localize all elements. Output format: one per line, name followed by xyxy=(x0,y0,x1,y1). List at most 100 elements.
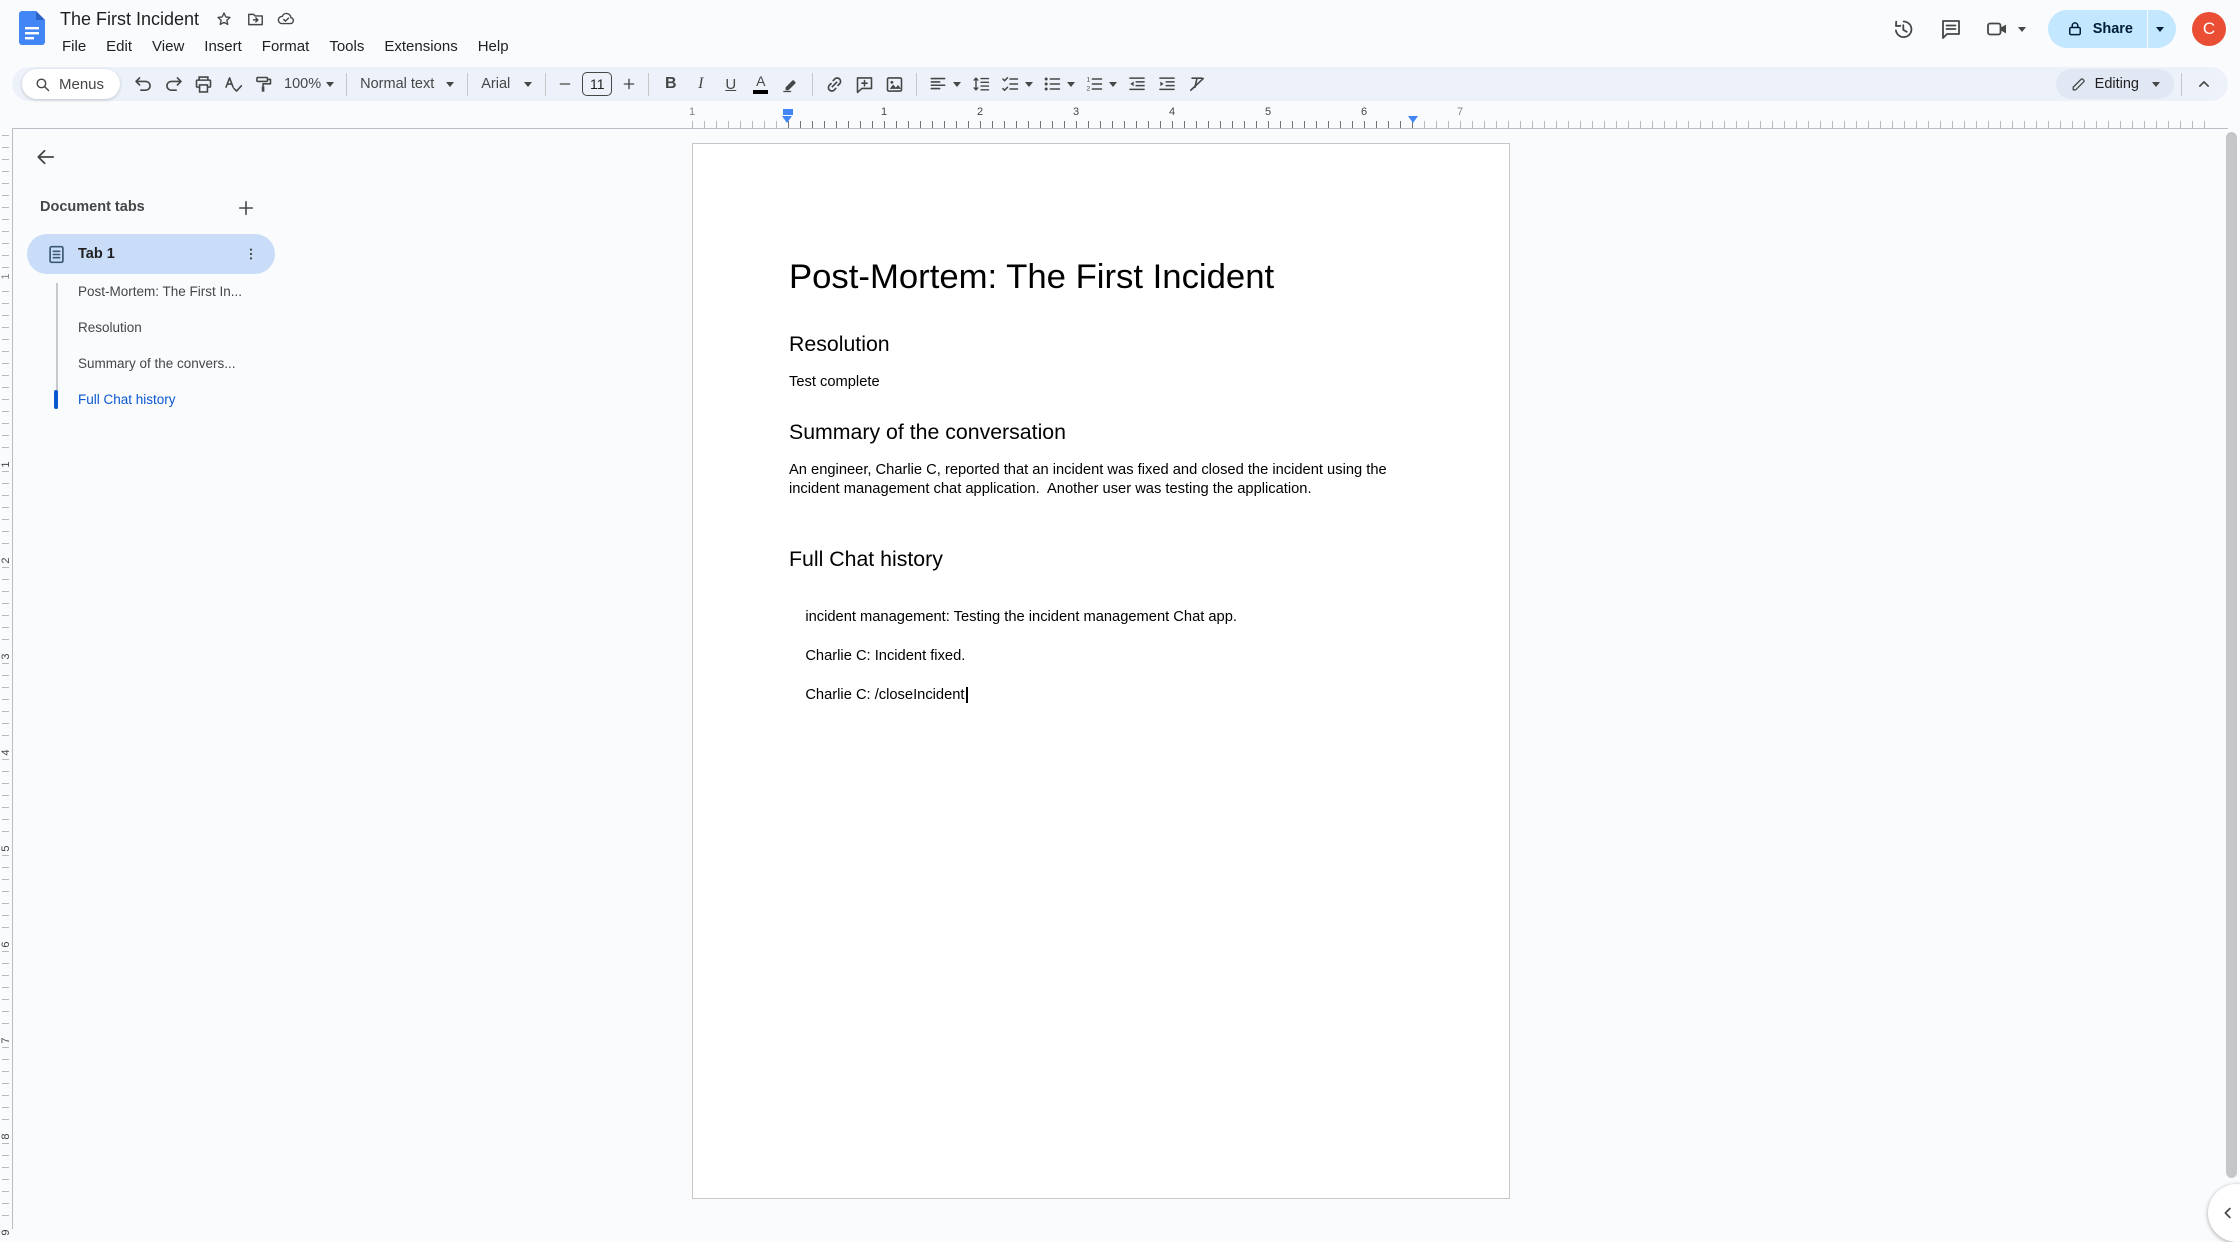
checklist-button[interactable] xyxy=(996,69,1037,99)
zoom-select[interactable]: 100% xyxy=(279,69,339,99)
ruler-number: 3 xyxy=(1073,106,1079,118)
vertical-scrollbar[interactable] xyxy=(2226,132,2237,1178)
bulleted-list-button[interactable] xyxy=(1038,69,1079,99)
hide-menus-button[interactable] xyxy=(2189,69,2218,99)
ruler-ticks xyxy=(2,135,9,1229)
toolbar-divider xyxy=(545,73,546,96)
doc-heading-full-chat-history[interactable]: Full Chat history xyxy=(789,546,1413,572)
add-tab-button[interactable] xyxy=(230,192,262,224)
numbered-list-button[interactable]: 12 xyxy=(1080,69,1121,99)
vertical-ruler[interactable]: 1 1 2 3 4 5 6 7 8 9 xyxy=(0,129,12,1229)
svg-text:2: 2 xyxy=(1087,86,1091,93)
ruler-number: 5 xyxy=(1265,106,1271,118)
tab-options-icon[interactable] xyxy=(237,240,265,268)
menu-tools[interactable]: Tools xyxy=(319,35,374,58)
ruler-number: 1 xyxy=(0,458,12,471)
spellcheck-button[interactable] xyxy=(219,69,248,99)
doc-heading-resolution[interactable]: Resolution xyxy=(789,331,1413,357)
lock-icon xyxy=(2066,20,2084,38)
doc-heading-title[interactable]: Post-Mortem: The First Incident xyxy=(789,256,1413,298)
chat-line: Charlie C: /closeIncident xyxy=(805,687,964,703)
tab-label: Tab 1 xyxy=(78,246,115,262)
tab-document-icon xyxy=(48,245,65,264)
outline-item-summary[interactable]: Summary of the convers... xyxy=(78,356,274,371)
document-page[interactable]: Post-Mortem: The First Incident Resoluti… xyxy=(692,143,1510,1199)
text-cursor xyxy=(966,687,968,703)
ruler-number: 4 xyxy=(0,746,12,759)
menu-file[interactable]: File xyxy=(52,35,96,58)
clear-formatting-button[interactable] xyxy=(1182,69,1211,99)
ruler-number: 4 xyxy=(1169,106,1175,118)
ruler-number: 7 xyxy=(0,1034,12,1047)
share-options-button[interactable] xyxy=(2148,10,2176,48)
share-button[interactable]: Share xyxy=(2048,10,2176,48)
move-folder-icon[interactable] xyxy=(245,9,265,29)
decrease-font-size-button[interactable] xyxy=(553,69,577,99)
ruler-number: 8 xyxy=(0,1130,12,1143)
outline-active-indicator xyxy=(54,390,58,409)
menu-format[interactable]: Format xyxy=(252,35,320,58)
ruler-number: 6 xyxy=(1361,106,1367,118)
chevron-down-icon xyxy=(953,82,961,87)
doc-paragraph[interactable]: Test complete xyxy=(789,373,1413,393)
menu-insert[interactable]: Insert xyxy=(194,35,252,58)
left-indent-marker[interactable] xyxy=(782,109,793,123)
document-title[interactable]: The First Incident xyxy=(56,7,203,32)
increase-indent-button[interactable] xyxy=(1152,69,1181,99)
font-size-input[interactable]: 11 xyxy=(582,72,612,96)
menu-help[interactable]: Help xyxy=(468,35,519,58)
print-button[interactable] xyxy=(189,69,218,99)
back-arrow-icon xyxy=(34,146,57,169)
ruler-number: 3 xyxy=(0,650,12,663)
add-comment-button[interactable] xyxy=(850,69,879,99)
back-button[interactable] xyxy=(26,138,64,176)
google-docs-logo[interactable] xyxy=(19,11,45,45)
chevron-down-icon xyxy=(2152,82,2160,87)
font-family-select[interactable]: Arial xyxy=(475,69,538,99)
outline-item-full-chat-history[interactable]: Full Chat history xyxy=(78,392,274,407)
line-spacing-button[interactable] xyxy=(966,69,995,99)
comments-icon[interactable] xyxy=(1931,9,1971,49)
increase-font-size-button[interactable] xyxy=(617,69,641,99)
doc-chat-lines[interactable]: incident management: Testing the inciden… xyxy=(789,589,1413,726)
undo-button[interactable] xyxy=(129,69,158,99)
doc-heading-summary[interactable]: Summary of the conversation xyxy=(789,419,1413,445)
decrease-indent-button[interactable] xyxy=(1122,69,1151,99)
text-color-bar xyxy=(753,90,768,94)
videocam-icon xyxy=(1985,17,2009,41)
paragraph-style-value: Normal text xyxy=(360,76,434,92)
doc-paragraph[interactable]: An engineer, Charlie C, reported that an… xyxy=(789,461,1413,500)
chevron-down-icon xyxy=(1109,82,1117,87)
insert-image-button[interactable] xyxy=(880,69,909,99)
right-indent-marker[interactable] xyxy=(1408,116,1418,123)
search-menus-button[interactable]: Menus xyxy=(22,69,120,99)
paragraph-style-select[interactable]: Normal text xyxy=(354,69,460,99)
menu-extensions[interactable]: Extensions xyxy=(374,35,467,58)
highlight-color-button[interactable] xyxy=(776,69,805,99)
outline-item-resolution[interactable]: Resolution xyxy=(78,320,274,335)
ruler-number: 1 xyxy=(689,106,695,118)
account-avatar[interactable]: C xyxy=(2192,12,2226,46)
version-history-icon[interactable] xyxy=(1883,9,1923,49)
align-button[interactable] xyxy=(924,69,965,99)
star-icon[interactable] xyxy=(214,9,234,29)
menu-view[interactable]: View xyxy=(142,35,194,58)
insert-link-button[interactable] xyxy=(820,69,849,99)
chevron-down-icon xyxy=(1067,82,1075,87)
cloud-status-icon[interactable] xyxy=(276,9,296,29)
ruler-number: 6 xyxy=(0,938,12,951)
toolbar-divider xyxy=(467,73,468,96)
bold-button[interactable]: B xyxy=(656,69,685,99)
italic-button[interactable]: I xyxy=(686,69,715,99)
paint-format-button[interactable] xyxy=(249,69,278,99)
text-color-button[interactable]: A xyxy=(746,69,775,99)
underline-button[interactable]: U xyxy=(716,69,745,99)
horizontal-ruler[interactable]: 1 1 2 3 4 5 6 7 xyxy=(12,103,2228,129)
redo-button[interactable] xyxy=(159,69,188,99)
meet-video-button[interactable] xyxy=(1979,17,2032,41)
first-line-indent-marker[interactable] xyxy=(783,109,793,115)
menu-edit[interactable]: Edit xyxy=(96,35,142,58)
tab-item-tab1[interactable]: Tab 1 xyxy=(27,234,275,274)
editing-mode-select[interactable]: Editing xyxy=(2056,69,2174,99)
outline-item-postmortem[interactable]: Post-Mortem: The First In... xyxy=(78,284,274,299)
